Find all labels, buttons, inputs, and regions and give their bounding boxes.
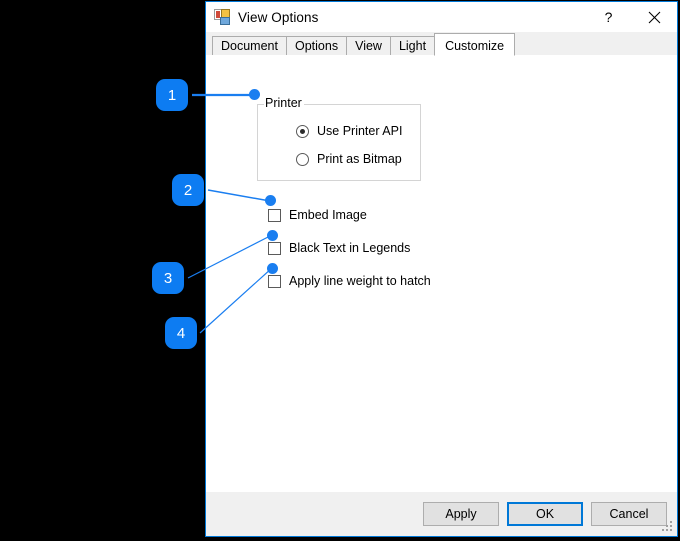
radio-label: Use Printer API xyxy=(317,124,403,138)
help-button[interactable]: ? xyxy=(586,2,631,32)
checkbox-label: Black Text in Legends xyxy=(289,241,411,255)
tab-customize[interactable]: Customize xyxy=(434,33,516,56)
checkbox-indicator xyxy=(268,241,281,255)
app-window-icon xyxy=(214,9,230,25)
ok-button[interactable]: OK xyxy=(507,502,583,526)
black-text-in-legends-checkbox[interactable]: Black Text in Legends xyxy=(268,241,410,255)
printer-group-legend: Printer xyxy=(264,96,304,110)
apply-button[interactable]: Apply xyxy=(423,502,499,526)
window-title: View Options xyxy=(238,9,319,25)
checkbox-indicator xyxy=(268,208,281,222)
tab-view[interactable]: View xyxy=(346,36,391,55)
resize-grip[interactable] xyxy=(662,521,674,533)
cancel-button[interactable]: Cancel xyxy=(591,502,667,526)
checkbox-label: Apply line weight to hatch xyxy=(289,274,431,288)
annotation-badge-3: 3 xyxy=(152,262,184,294)
checkbox-indicator xyxy=(268,274,281,288)
annotation-badge-1: 1 xyxy=(156,79,188,111)
embed-image-checkbox[interactable]: Embed Image xyxy=(268,208,367,222)
annotation-badge-2: 2 xyxy=(172,174,204,206)
tab-options[interactable]: Options xyxy=(285,36,348,55)
radio-indicator xyxy=(296,152,309,166)
annotation-badge-4: 4 xyxy=(165,317,197,349)
customize-tab-panel: Printer Use Printer API Print as Bitmap … xyxy=(206,54,677,492)
printer-group-box: Printer Use Printer API Print as Bitmap xyxy=(257,96,421,181)
tab-light[interactable]: Light xyxy=(389,36,436,55)
radio-print-as-bitmap[interactable]: Print as Bitmap xyxy=(296,152,402,166)
checkbox-label: Embed Image xyxy=(289,208,367,222)
title-bar: View Options ? xyxy=(206,2,677,32)
tab-strip: Document Options View Light Customize xyxy=(206,32,677,56)
view-options-dialog: View Options ? Document Options View Lig… xyxy=(205,1,678,537)
tab-document[interactable]: Document xyxy=(212,36,287,55)
close-button[interactable] xyxy=(631,2,677,32)
radio-use-printer-api[interactable]: Use Printer API xyxy=(296,124,402,138)
radio-indicator xyxy=(296,124,309,138)
title-bar-buttons: ? xyxy=(586,2,677,32)
apply-line-weight-to-hatch-checkbox[interactable]: Apply line weight to hatch xyxy=(268,274,431,288)
close-icon xyxy=(648,11,660,23)
radio-label: Print as Bitmap xyxy=(317,152,402,166)
dialog-footer: Apply OK Cancel xyxy=(206,492,677,536)
